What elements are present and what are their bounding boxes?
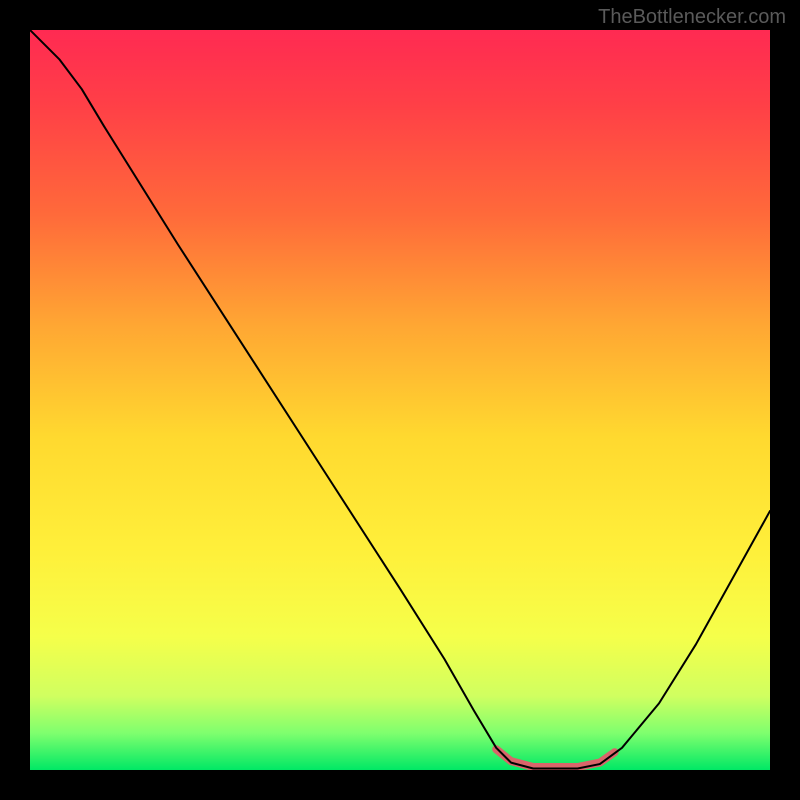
chart-background — [30, 30, 770, 770]
watermark-text: TheBottlenecker.com — [598, 6, 786, 29]
chart-plot-area — [30, 30, 770, 770]
chart-svg — [30, 30, 770, 770]
